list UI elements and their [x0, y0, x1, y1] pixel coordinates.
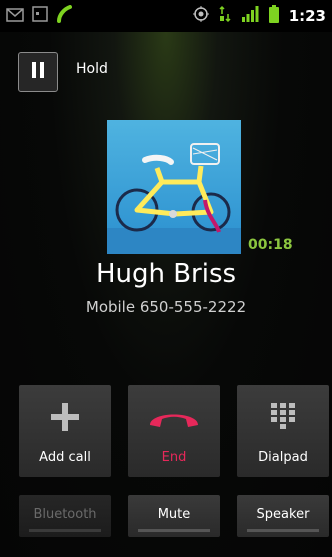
mute-indicator [138, 529, 210, 532]
bluetooth-button[interactable]: Bluetooth [19, 495, 111, 537]
bluetooth-indicator [29, 529, 101, 532]
gmail-icon [6, 7, 24, 26]
plus-icon [51, 403, 79, 435]
status-bar-time: 1:23 [288, 7, 326, 25]
end-call-label: End [161, 450, 187, 465]
status-bar-system: 1:23 [192, 5, 326, 27]
hold-button[interactable] [18, 52, 58, 92]
battery-icon [268, 5, 279, 27]
end-call-icon [146, 405, 202, 435]
call-timer: 00:18 [248, 237, 293, 253]
signal-icon [241, 6, 259, 26]
dialpad-button[interactable]: Dialpad [237, 385, 329, 477]
phone-call-icon [56, 5, 72, 27]
gps-icon [192, 6, 209, 26]
mute-button[interactable]: Mute [128, 495, 220, 537]
calendar-icon [32, 6, 48, 26]
dialpad-label: Dialpad [258, 450, 308, 465]
speaker-button[interactable]: Speaker [237, 495, 329, 537]
dialpad-icon [271, 403, 295, 433]
add-call-label: Add call [39, 450, 91, 465]
speaker-label: Speaker [256, 507, 310, 522]
speaker-indicator [247, 529, 319, 532]
caller-name: Hugh Briss [95, 259, 237, 289]
hold-label: Hold [76, 61, 108, 77]
status-bar-notifications [6, 5, 72, 27]
data-icon [219, 5, 231, 27]
mute-label: Mute [157, 507, 191, 522]
caller-number: Mobile 650-555-2222 [85, 298, 247, 316]
pause-icon [30, 61, 46, 83]
end-call-button[interactable]: End [128, 385, 220, 477]
status-bar: 1:23 [0, 0, 332, 32]
in-call-screen: Hold 00:18 Hugh Briss Mobile 650-555-222… [0, 32, 332, 557]
add-call-button[interactable]: Add call [19, 385, 111, 477]
contact-photo [107, 120, 241, 254]
bluetooth-label: Bluetooth [33, 507, 97, 522]
